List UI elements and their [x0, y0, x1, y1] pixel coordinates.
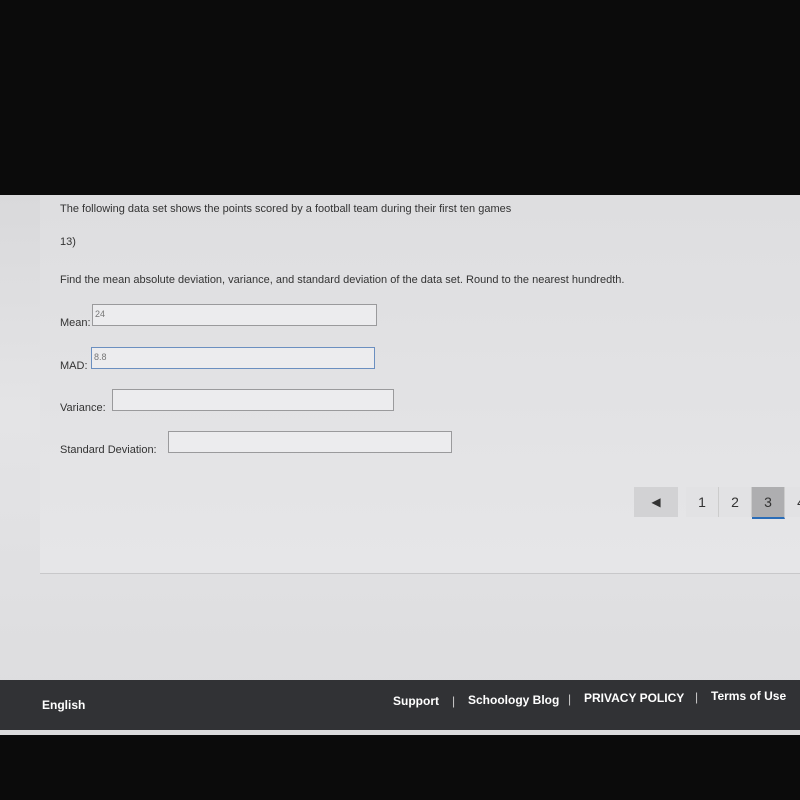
question-panel: The following data set shows the points … [40, 195, 800, 574]
mean-input[interactable]: 24 [92, 304, 377, 326]
question-intro: The following data set shows the points … [60, 203, 512, 215]
separator: | [568, 692, 572, 706]
page-1[interactable]: 1 [686, 487, 719, 517]
support-link[interactable]: Support [393, 694, 439, 708]
mean-label: Mean: [60, 317, 91, 329]
page-4[interactable]: 4 [785, 487, 800, 517]
std-dev-input[interactable] [168, 431, 452, 453]
separator: | [695, 690, 699, 704]
question-prompt: Find the mean absolute deviation, varian… [60, 274, 625, 286]
question-number: 13) [60, 236, 76, 248]
language-selector[interactable]: English [42, 698, 85, 712]
separator: | [452, 694, 456, 708]
terms-of-use-link[interactable]: Terms of Use [711, 689, 786, 703]
variance-label: Variance: [60, 402, 106, 414]
mad-input[interactable]: 8.8 [91, 347, 375, 369]
variance-input[interactable] [112, 389, 394, 411]
schoology-blog-link[interactable]: Schoology Blog [468, 693, 559, 707]
pagination: ◀ 1 2 3 4 [634, 487, 800, 519]
privacy-policy-link[interactable]: PRIVACY POLICY [584, 691, 684, 705]
mad-label: MAD: [60, 360, 88, 372]
page-3[interactable]: 3 [752, 487, 785, 519]
prev-page-button[interactable]: ◀ [634, 487, 678, 517]
page-2[interactable]: 2 [719, 487, 752, 517]
footer: English Support | Schoology Blog | PRIVA… [0, 680, 800, 730]
triangle-left-icon: ◀ [651, 495, 661, 509]
browser-screen: The following data set shows the points … [0, 195, 800, 735]
std-dev-label: Standard Deviation: [60, 444, 157, 456]
